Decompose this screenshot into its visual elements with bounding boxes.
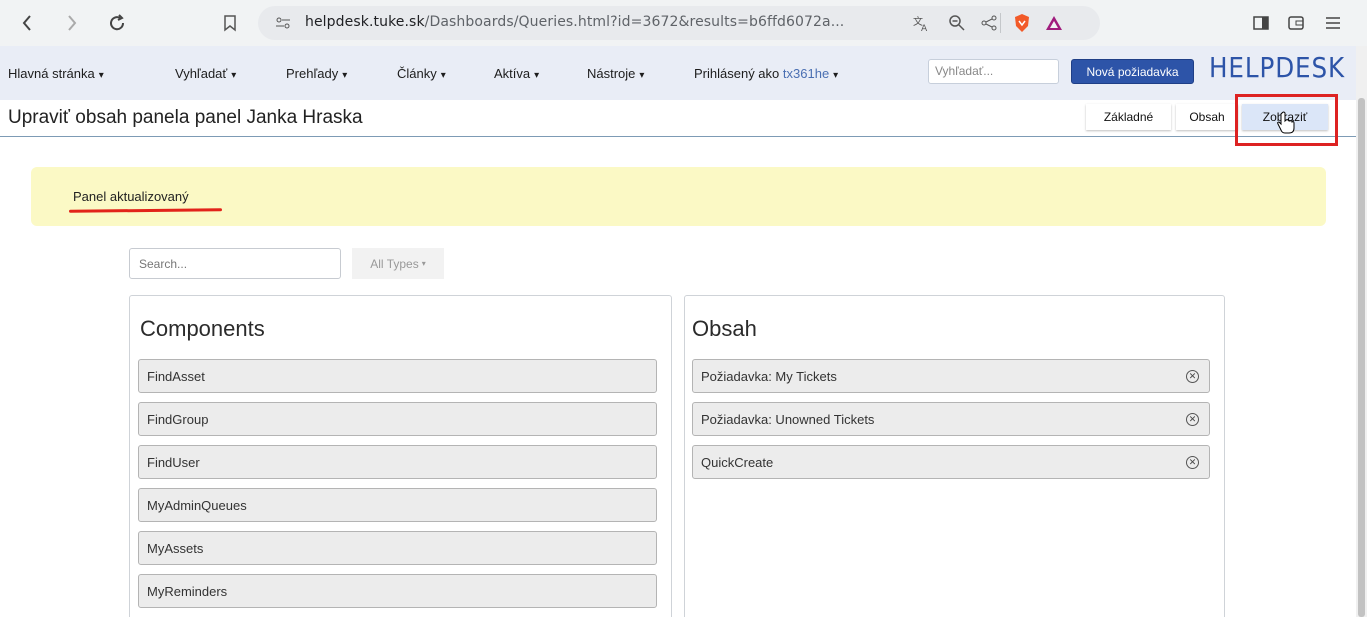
chevron-down-icon: ▾	[98, 70, 104, 81]
nav-articles-label: Články	[397, 66, 437, 81]
toolbar-divider	[1000, 13, 1001, 33]
content-title: Obsah	[692, 316, 757, 341]
username: tx361he	[782, 66, 830, 81]
tab-content[interactable]: Obsah	[1176, 104, 1238, 130]
component-item[interactable]: FindGroup	[138, 402, 657, 436]
chevron-down-icon: ▾	[342, 70, 348, 81]
content-item[interactable]: QuickCreate ✕	[692, 445, 1210, 479]
component-item[interactable]: FindUser	[138, 445, 657, 479]
tab-basics[interactable]: Základné	[1086, 104, 1171, 130]
page-title: Upraviť obsah panela panel Janka Hraska	[8, 107, 363, 128]
site-settings-icon[interactable]	[272, 12, 294, 34]
nav-assets[interactable]: Aktíva ▾	[494, 66, 539, 81]
reload-icon[interactable]	[106, 12, 128, 34]
caret-down-icon: ▾	[421, 259, 426, 268]
content-item-label: Požiadavka: My Tickets	[701, 368, 837, 384]
nav-assets-label: Aktíva	[494, 66, 531, 81]
helpdesk-logo[interactable]: HELPDESK	[1209, 51, 1345, 84]
nav-reports-label: Prehľady	[286, 66, 339, 81]
content-item-label: Požiadavka: Unowned Tickets	[701, 411, 875, 427]
notice-box	[31, 167, 1326, 226]
remove-icon[interactable]: ✕	[1186, 370, 1199, 383]
component-search-input[interactable]: Search...	[129, 248, 341, 279]
nav-tools-label: Nástroje	[587, 66, 636, 81]
url-path: /Dashboards/Queries.html?id=3672&results…	[424, 14, 845, 30]
nav-home-label: Hlavná stránka	[8, 66, 95, 81]
types-label: All Types	[370, 256, 419, 271]
global-search-input[interactable]: Vyhľadať...	[928, 59, 1059, 84]
wallet-icon[interactable]	[1285, 12, 1307, 34]
nav-home[interactable]: Hlavná stránka ▾	[8, 66, 104, 81]
nav-search[interactable]: Vyhľadať ▾	[175, 66, 236, 81]
brave-rewards-icon[interactable]	[1043, 12, 1065, 34]
nav-search-label: Vyhľadať	[175, 66, 228, 81]
share-icon[interactable]	[978, 12, 1000, 34]
component-item[interactable]: FindAsset	[138, 359, 657, 393]
components-title: Components	[140, 316, 265, 341]
back-icon[interactable]	[16, 12, 38, 34]
url-host: helpdesk.tuke.sk	[305, 14, 425, 30]
sidebar-toggle-icon[interactable]	[1250, 12, 1272, 34]
remove-icon[interactable]: ✕	[1186, 456, 1199, 469]
logged-in-label: Prihlásený ako	[694, 66, 780, 81]
nav-reports[interactable]: Prehľady ▾	[286, 66, 347, 81]
types-dropdown[interactable]: All Types ▾	[352, 248, 444, 279]
notice-text: Panel aktualizovaný	[73, 189, 189, 204]
hand-cursor-icon	[1277, 111, 1295, 134]
content-item-label: QuickCreate	[701, 454, 774, 470]
translate-icon[interactable]: 文A	[910, 12, 932, 34]
chevron-down-icon: ▾	[534, 70, 540, 81]
nav-articles[interactable]: Články ▾	[397, 66, 446, 81]
chevron-down-icon: ▾	[231, 70, 237, 81]
nav-user-menu[interactable]: Prihlásený ako tx361he ▾	[694, 66, 838, 81]
bookmark-icon[interactable]	[219, 12, 241, 34]
svg-text:A: A	[921, 24, 928, 32]
zoom-out-icon[interactable]	[946, 12, 968, 34]
remove-icon[interactable]: ✕	[1186, 413, 1199, 426]
menu-icon[interactable]	[1322, 12, 1344, 34]
content-item[interactable]: Požiadavka: My Tickets ✕	[692, 359, 1210, 393]
component-item[interactable]: MyReminders	[138, 574, 657, 608]
new-ticket-button[interactable]: Nová požiadavka	[1071, 59, 1194, 84]
component-item[interactable]: MyAssets	[138, 531, 657, 565]
chevron-down-icon: ▾	[440, 70, 446, 81]
scrollbar-thumb[interactable]	[1358, 98, 1365, 617]
nav-tools[interactable]: Nástroje ▾	[587, 66, 644, 81]
content-item[interactable]: Požiadavka: Unowned Tickets ✕	[692, 402, 1210, 436]
component-item[interactable]: MyAdminQueues	[138, 488, 657, 522]
address-text: helpdesk.tuke.sk/Dashboards/Queries.html…	[305, 14, 844, 30]
chevron-down-icon: ▾	[833, 70, 839, 81]
forward-icon[interactable]	[61, 12, 83, 34]
chevron-down-icon: ▾	[639, 70, 645, 81]
brave-shield-icon[interactable]	[1011, 12, 1033, 34]
